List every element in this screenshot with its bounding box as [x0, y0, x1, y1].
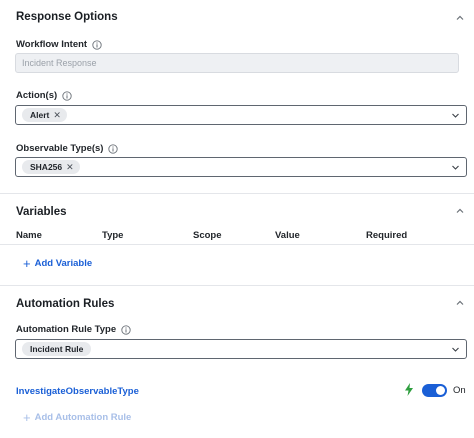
action-chip-alert: Alert ✕ — [22, 108, 67, 122]
collapse-automation-rules-chevron-up-icon[interactable] — [454, 297, 466, 309]
column-header-required: Required — [366, 230, 408, 241]
plus-icon: + — [23, 410, 31, 425]
automation-rule-type-label: Automation Rule Type — [16, 324, 131, 335]
section-divider — [0, 285, 474, 286]
collapse-variables-chevron-up-icon[interactable] — [454, 205, 466, 217]
workflow-intent-input: Incident Response — [15, 53, 459, 73]
column-header-value: Value — [275, 230, 300, 241]
variables-title: Variables — [16, 206, 67, 218]
observable-types-label: Observable Type(s) — [16, 143, 119, 154]
automation-rule-toggle[interactable] — [422, 384, 447, 397]
chevron-down-icon[interactable] — [451, 111, 460, 120]
column-header-type: Type — [102, 230, 124, 241]
chevron-down-icon[interactable] — [451, 163, 460, 172]
observable-chip-sha256: SHA256 ✕ — [22, 160, 80, 174]
info-icon — [121, 324, 131, 335]
add-variable-button[interactable]: + Add Variable — [23, 257, 92, 270]
section-divider — [0, 193, 474, 194]
plus-icon: + — [23, 256, 31, 271]
remove-chip-close-icon[interactable]: ✕ — [53, 110, 61, 120]
automation-rules-title: Automation Rules — [16, 298, 115, 310]
actions-select[interactable]: Alert ✕ — [15, 105, 467, 125]
collapse-response-options-chevron-up-icon[interactable] — [454, 12, 466, 24]
actions-label: Action(s) — [16, 90, 72, 101]
observable-types-select[interactable]: SHA256 ✕ — [15, 157, 467, 177]
automation-rule-link[interactable]: InvestigateObservableType — [16, 386, 139, 397]
automation-rule-type-select[interactable]: Incident Rule — [15, 339, 467, 359]
info-icon — [62, 90, 72, 101]
rule-type-chip: Incident Rule — [22, 342, 92, 356]
lightning-bolt-icon — [404, 383, 414, 396]
info-icon — [92, 39, 102, 50]
remove-chip-close-icon[interactable]: ✕ — [66, 162, 74, 172]
table-header-divider — [0, 244, 474, 245]
toggle-knob — [436, 386, 445, 395]
workflow-intent-label: Workflow Intent — [16, 39, 102, 50]
workflow-intent-placeholder: Incident Response — [22, 58, 97, 68]
add-automation-rule-button[interactable]: + Add Automation Rule — [23, 411, 131, 424]
response-options-title: Response Options — [16, 11, 118, 23]
chevron-down-icon[interactable] — [451, 345, 460, 354]
info-icon — [108, 143, 119, 154]
column-header-scope: Scope — [193, 230, 222, 241]
column-header-name: Name — [16, 230, 42, 241]
toggle-state-label: On — [453, 385, 466, 396]
